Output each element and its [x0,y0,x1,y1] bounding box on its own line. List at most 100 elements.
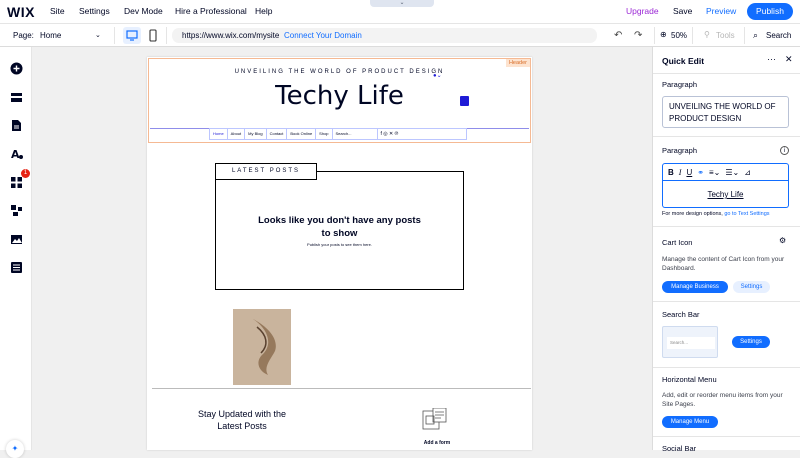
add-elements-icon[interactable] [9,61,23,75]
top-bar: WIX Site Settings Dev Mode Hire a Profes… [0,0,800,24]
paragraph-field-title[interactable]: Techy Life [662,181,789,208]
apps-icon[interactable] [9,175,23,189]
upgrade-link[interactable]: Upgrade [626,6,659,16]
nav-item-shop[interactable]: Shop [316,129,333,139]
search-button[interactable]: Search [766,31,791,40]
nav-item-home[interactable]: Home [210,129,228,139]
pages-icon[interactable] [9,118,23,132]
divider [653,367,800,368]
design-icon[interactable]: A [9,146,23,160]
cart-settings-icon[interactable]: ⚙ [779,236,786,245]
apps-notification-badge: 1 [21,169,30,178]
panel-title: Quick Edit [662,56,705,66]
info-icon[interactable]: i [780,146,789,155]
nav-item-book-online[interactable]: Book Online [287,129,317,139]
site-url: https://www.wix.com/mysite [182,31,280,40]
divider [152,388,531,389]
menu-settings[interactable]: Settings [79,6,110,16]
no-posts-title: Looks like you don't have any posts to s… [258,215,421,239]
menu-site[interactable]: Site [50,6,65,16]
paragraph-label: Paragraph [662,146,698,155]
save-button[interactable]: Save [673,6,692,16]
help-sparkle-icon[interactable]: ✦ [6,440,24,458]
align-icon[interactable]: ≡⌄ [709,168,720,177]
add-form-label[interactable]: Add a form [407,440,467,446]
search-settings-button[interactable]: Settings [732,336,770,348]
search-icon: ⌕ [753,30,759,40]
mobile-view-button[interactable] [146,27,160,44]
redo-icon[interactable]: ↷ [634,30,642,41]
paragraph-label: Paragraph [662,80,698,89]
editor-toolbar: Page: Home ⌄ https://www.wix.com/mysite … [0,24,800,47]
divider [653,301,800,302]
latest-posts-label[interactable]: LATEST POSTS [215,163,317,180]
site-page[interactable]: Header UNVEILING THE WORLD OF PRODUCT DE… [147,57,532,450]
italic-icon[interactable]: I [679,168,682,177]
chevron-down-icon[interactable]: ⌄ [95,31,101,39]
chevron-down-icon: ⌄ [399,0,405,6]
list-icon[interactable]: ☰⌄ [725,168,739,177]
site-search-bar[interactable]: Search... [333,129,378,139]
cart-icon-label: Cart Icon [662,238,693,247]
tools-icon: ⚲ [704,30,710,39]
design-options-label: For more design options, [662,211,723,217]
svg-text:A: A [11,148,20,160]
preview-button[interactable]: Preview [706,6,736,16]
nav-item-contact[interactable]: Contact [267,129,288,139]
cart-settings-button[interactable]: Settings [733,281,770,293]
page-selector[interactable]: Home [40,31,61,40]
zoom-level[interactable]: 50% [671,31,687,40]
underline-icon[interactable]: U [686,168,692,177]
horizontal-menu[interactable]: Home About My Blog Contact Book Online S… [209,128,467,140]
collapse-toolbar-handle[interactable]: ⌄ [370,0,434,7]
menu-dev-mode[interactable]: Dev Mode [124,6,163,16]
search-bar-label: Search Bar [662,310,700,319]
paragraph-field-tagline[interactable]: UNVEILING THE WORLD OF PRODUCT DESIGN [662,96,789,128]
no-posts-subtitle: Publish your posts to see them here. [307,242,372,247]
divider [654,27,655,44]
cms-icon[interactable] [9,260,23,274]
manage-business-button[interactable]: Manage Business [662,281,728,293]
site-title[interactable]: Techy Life [147,81,532,111]
cart-icon[interactable] [460,96,469,106]
url-bar: https://www.wix.com/mysite Connect Your … [172,28,597,43]
media-icon[interactable] [9,232,23,246]
divider [653,136,800,137]
desktop-icon [126,30,138,41]
horizontal-menu-label: Horizontal Menu [662,375,717,384]
link-icon[interactable]: ⚭ [697,168,704,177]
publish-button[interactable]: Publish [747,3,793,20]
desktop-view-button[interactable] [123,27,141,44]
close-icon[interactable]: ✕ [785,54,793,65]
undo-icon[interactable]: ↶ [614,30,622,41]
clear-format-icon[interactable]: ⊿ [744,168,751,177]
divider [166,27,167,44]
login-icon[interactable]: ●⌄ [433,72,442,79]
tools-button[interactable]: Tools [716,31,735,40]
text-settings-link[interactable]: go to Text Settings [724,211,769,217]
bold-icon[interactable]: B [668,168,674,177]
manage-menu-button[interactable]: Manage Menu [662,416,718,428]
text-format-toolbar: B I U ⚭ ≡⌄ ☰⌄ ⊿ [662,163,789,181]
social-bar-label: Social Bar [662,444,697,453]
left-sidebar: A 1 [0,47,32,450]
connect-domain-link[interactable]: Connect Your Domain [284,31,362,40]
social-bar[interactable]: f ◎ ✕ ℗ [378,129,402,139]
wix-logo[interactable]: WIX [7,4,35,20]
business-icon[interactable] [9,203,23,217]
horizontal-menu-description: Add, edit or reorder menu items from you… [662,392,783,408]
stay-updated-heading[interactable]: Stay Updated with the Latest Posts [187,408,297,432]
more-options-icon[interactable]: ··· [767,54,776,64]
decorative-image[interactable] [233,309,291,385]
form-icon[interactable] [422,407,448,432]
sections-icon[interactable] [9,90,23,104]
design-options-text: For more design options, go to Text Sett… [662,211,770,217]
mobile-icon [149,29,157,42]
nav-item-blog[interactable]: My Blog [245,129,267,139]
menu-hire-professional[interactable]: Hire a Professional [175,6,247,16]
quick-edit-panel: Quick Edit ··· ✕ Paragraph UNVEILING THE… [652,47,800,453]
divider [692,27,693,44]
site-tagline[interactable]: UNVEILING THE WORLD OF PRODUCT DESIGN [147,69,532,75]
nav-item-about[interactable]: About [228,129,246,139]
menu-help[interactable]: Help [255,6,272,16]
